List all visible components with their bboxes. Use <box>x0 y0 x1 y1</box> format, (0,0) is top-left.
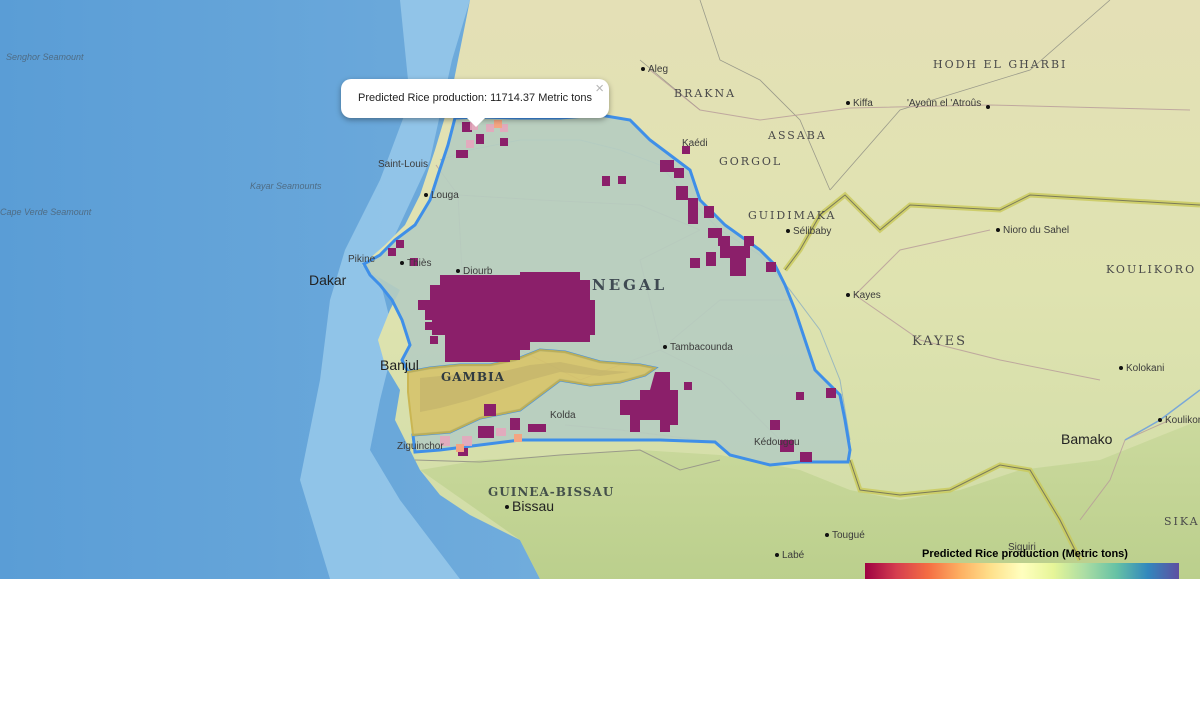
close-icon[interactable]: × <box>595 80 604 97</box>
production-cell <box>800 452 812 462</box>
info-popup: Predicted Rice production: 11714.37 Metr… <box>341 79 609 127</box>
production-cell <box>684 382 692 390</box>
production-cell <box>510 418 520 430</box>
city-label: Kolda <box>550 410 576 421</box>
production-cell <box>476 134 484 144</box>
city-label: Koulikoro <box>1158 415 1200 426</box>
production-hotspot <box>514 434 522 442</box>
capital-label: Dakar <box>309 272 347 288</box>
country-label-gambia: GAMBIA <box>441 370 505 384</box>
region-label: HODH EL GHARBI <box>933 58 1068 71</box>
city-label: Tambacounda <box>663 342 733 353</box>
production-cell <box>676 186 688 200</box>
production-cell <box>602 176 610 186</box>
production-cell <box>425 322 433 330</box>
seamount-label: Kayar Seamounts <box>250 181 322 191</box>
production-cell <box>706 252 716 266</box>
legend: Predicted Rice production (Metric tons) <box>865 546 1179 579</box>
seamount-label: Senghor Seamount <box>6 52 84 62</box>
mid-production-cell <box>466 140 474 148</box>
city-label: Sélibaby <box>786 226 831 237</box>
city-label: Kaédi <box>682 138 708 149</box>
page-blank-area <box>0 579 1200 713</box>
production-cell <box>396 240 404 248</box>
city-label: Louga <box>424 190 459 201</box>
production-cell <box>478 426 494 438</box>
production-hotspot <box>456 444 464 452</box>
city-label: Saint-Louis <box>378 159 429 170</box>
region-label: ASSABA <box>768 129 827 142</box>
city-label: Ziguinchor <box>397 441 444 452</box>
city-label: Thiès <box>400 258 431 269</box>
production-cell <box>418 300 426 310</box>
capital-label: Bamako <box>1061 431 1113 447</box>
region-label: GUIDIMAKA <box>748 209 837 222</box>
region-label: KOULIKORO <box>1106 263 1197 276</box>
legend-title: Predicted Rice production (Metric tons) <box>922 548 1128 560</box>
capital-label: Banjul <box>380 357 419 373</box>
production-cell <box>500 138 508 146</box>
city-label: Kédougou <box>754 437 800 448</box>
map-view[interactable]: Senghor Seamount Kayar Seamounts Cape Ve… <box>0 0 1200 579</box>
production-cell <box>826 388 836 398</box>
region-label: KAYES <box>912 334 968 349</box>
region-label: GORGOL <box>719 155 783 168</box>
production-cell <box>690 258 700 268</box>
city-label: Tougué <box>825 530 865 541</box>
city-label: 'Ayoûn el 'Atroûs <box>907 98 982 109</box>
city-label: Labé <box>775 550 804 561</box>
production-cell <box>688 198 698 224</box>
city-label: Aleg <box>641 64 668 75</box>
city-label: Kayes <box>846 290 881 301</box>
city-label: Diourb <box>456 266 492 277</box>
production-cell <box>720 246 750 258</box>
production-cell <box>456 150 468 158</box>
legend-color-ramp <box>865 563 1179 579</box>
city-label: Kiffa <box>846 98 873 109</box>
production-cell <box>674 168 684 178</box>
production-cell <box>618 176 626 184</box>
country-label-guinea-bissau: GUINEA-BISSAU <box>488 485 615 499</box>
city-label: Pikine <box>348 254 376 265</box>
region-label: BRAKNA <box>674 87 737 100</box>
production-hotspot <box>494 120 502 128</box>
country-label-senegal: NEGAL <box>592 276 668 294</box>
production-cell <box>718 236 730 246</box>
city-label: Nioro du Sahel <box>996 225 1069 236</box>
production-cell <box>770 420 780 430</box>
mid-production-cell <box>486 124 494 132</box>
production-cell <box>528 424 546 432</box>
production-cell <box>766 262 776 272</box>
production-cell <box>484 404 496 416</box>
production-cell <box>796 392 804 400</box>
production-cell <box>430 336 438 344</box>
seamount-label: Cape Verde Seamount <box>0 207 92 217</box>
popup-text: Predicted Rice production: 11714.37 Metr… <box>358 92 592 104</box>
city-label: Kolokani <box>1119 363 1164 374</box>
production-cell <box>744 236 754 246</box>
production-cell <box>660 160 674 172</box>
city-dot <box>986 105 993 109</box>
capital-label: Bissau <box>505 498 554 514</box>
region-label: SIKAS <box>1164 515 1200 528</box>
mid-production-cell <box>496 428 506 436</box>
production-cell <box>704 206 714 218</box>
production-cell <box>388 248 396 256</box>
production-cell <box>730 258 746 276</box>
